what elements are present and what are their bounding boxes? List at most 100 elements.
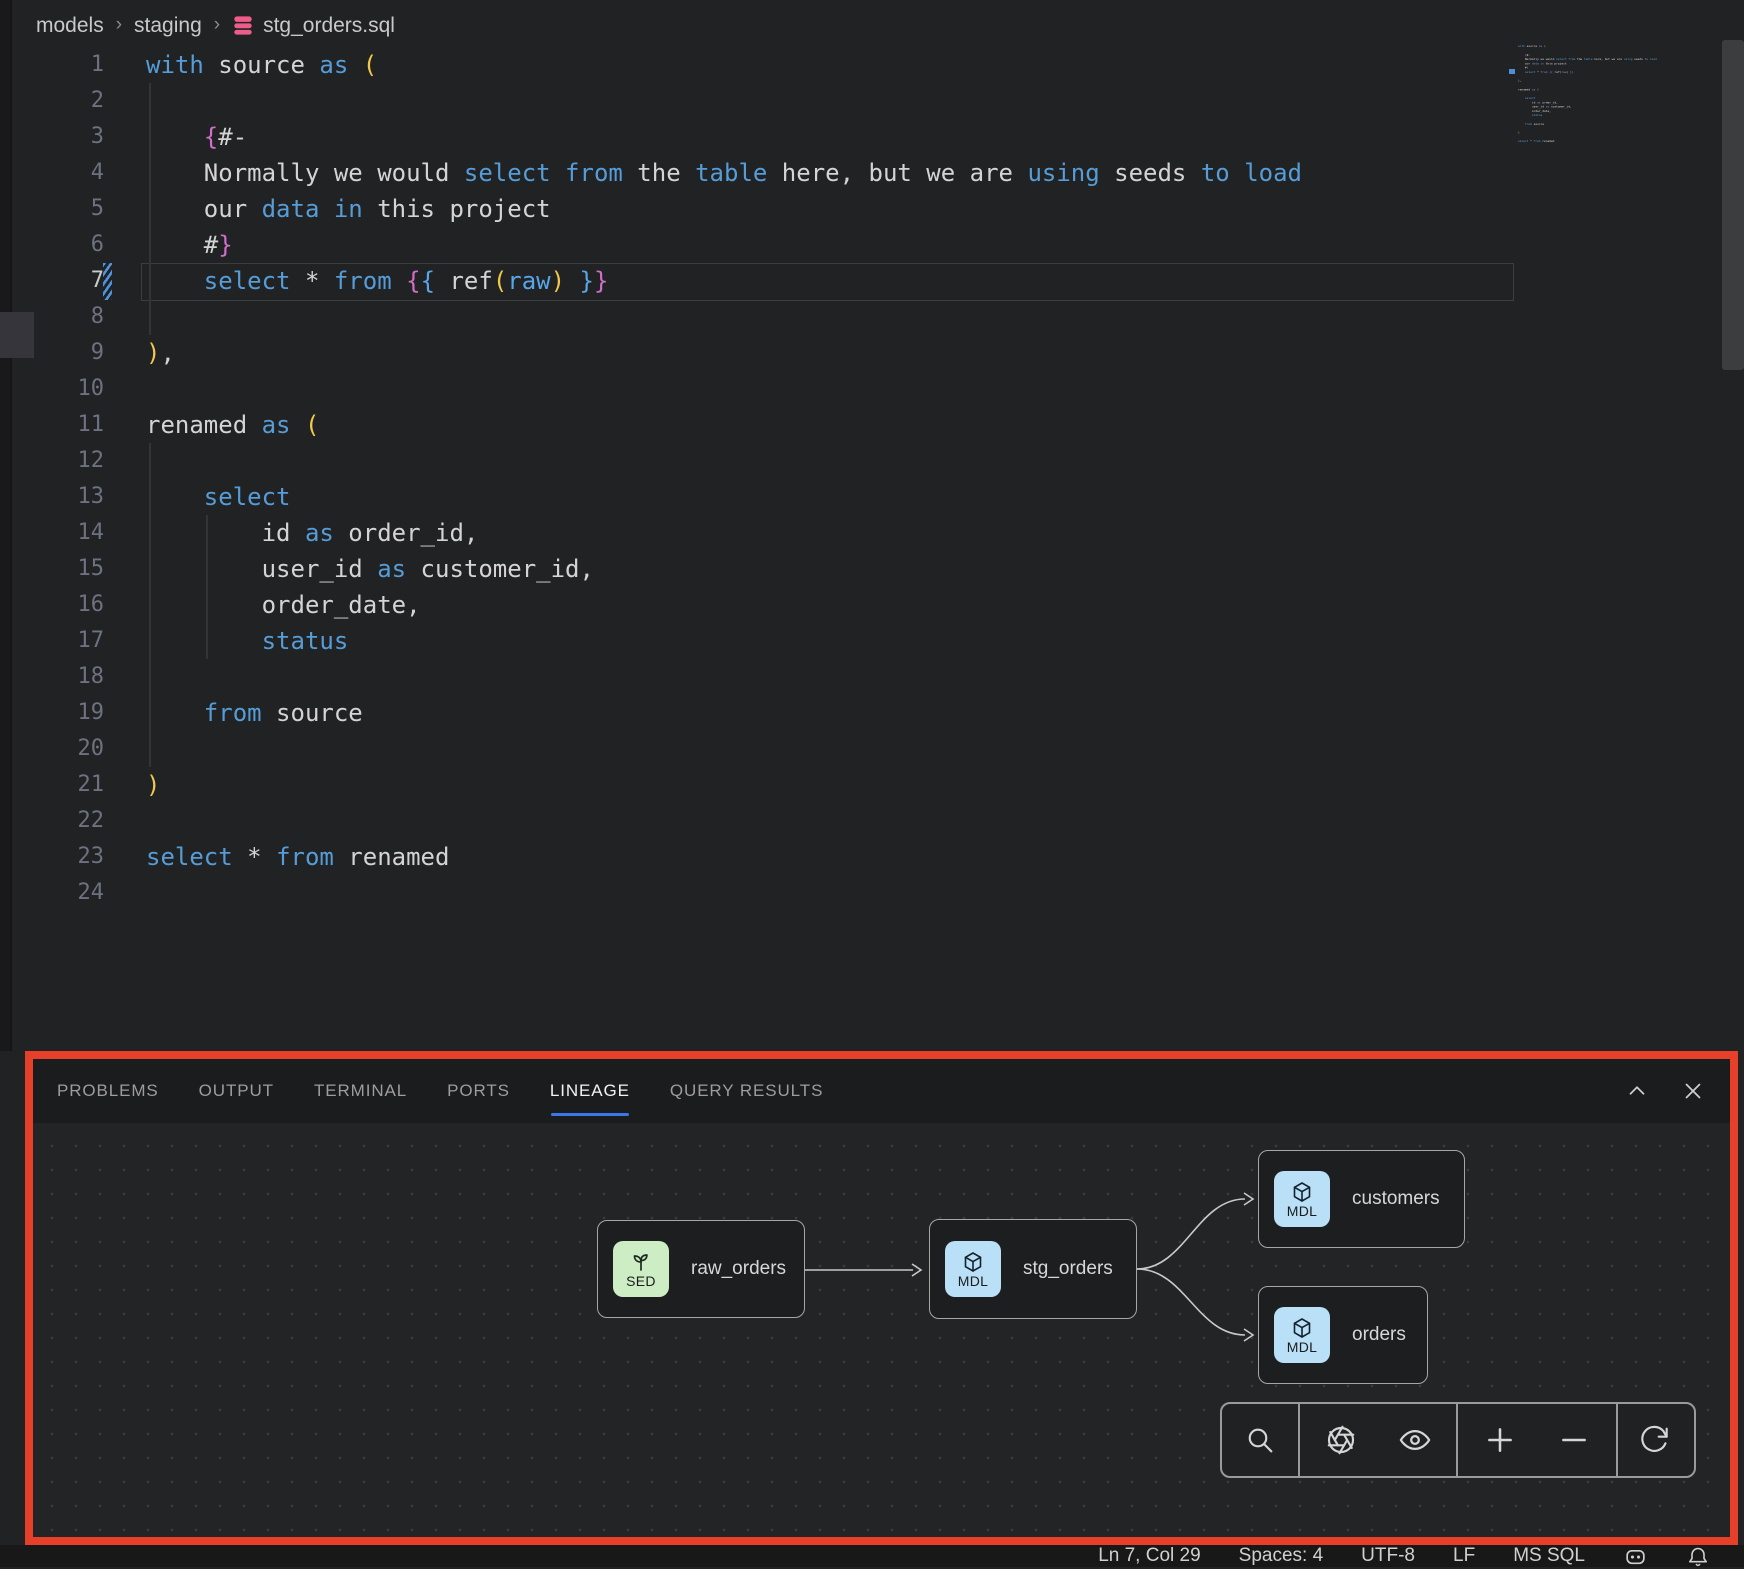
cube-icon [961,1250,985,1274]
line-number[interactable]: 12 [12,443,104,479]
lineage-toolbar [1220,1402,1696,1478]
line-number[interactable]: 17 [12,623,104,659]
lineage-node-customers[interactable]: MDLcustomers [1258,1150,1465,1248]
line-number[interactable]: 18 [12,659,104,695]
lineage-search-button[interactable] [1228,1404,1292,1476]
copilot-button[interactable] [1623,1544,1648,1569]
code-line[interactable]: 1with source as ( [12,47,1712,83]
line-number[interactable]: 8 [12,299,104,335]
activity-bar-edge [0,0,12,1051]
panel-tab-problems[interactable]: PROBLEMS [57,1077,159,1105]
scrollbar[interactable] [1722,40,1744,370]
code-line[interactable]: 18 [12,659,1712,695]
lineage-refresh-button[interactable] [1622,1404,1686,1476]
line-number[interactable]: 1 [12,47,104,83]
code-line[interactable]: 5 our data in this project [12,191,1712,227]
code-line[interactable]: 19 from source [12,695,1712,731]
panel-maximize-button[interactable] [1624,1078,1650,1104]
chevron-right-icon: › [116,14,122,36]
status-language-mode[interactable]: MS SQL [1513,1545,1585,1567]
node-badge-label: SED [626,1274,656,1289]
status-eol[interactable]: LF [1453,1545,1475,1567]
code-line[interactable]: 6 #} [12,227,1712,263]
code-line[interactable]: 8 [12,299,1712,335]
line-number[interactable]: 22 [12,803,104,839]
line-number[interactable]: 4 [12,155,104,191]
panel-tab-lineage[interactable]: LINEAGE [550,1077,630,1105]
lineage-zoom-out-button[interactable] [1542,1404,1606,1476]
node-badge-label: MDL [958,1274,988,1289]
line-number[interactable]: 7 [12,263,104,299]
line-number[interactable]: 6 [12,227,104,263]
line-number[interactable]: 13 [12,479,104,515]
panel-tab-ports[interactable]: PORTS [447,1077,510,1105]
arrowhead-icon [912,1264,921,1276]
line-number[interactable]: 16 [12,587,104,623]
panel-tab-terminal[interactable]: TERMINAL [314,1077,407,1105]
lineage-node-orders[interactable]: MDLorders [1258,1286,1428,1384]
panel-tab-query-results[interactable]: QUERY RESULTS [670,1077,823,1105]
code-text: ), [146,335,175,371]
line-number[interactable]: 10 [12,371,104,407]
code-line[interactable]: 4 Normally we would select from the tabl… [12,155,1712,191]
line-number[interactable]: 15 [12,551,104,587]
line-number[interactable]: 3 [12,119,104,155]
lineage-zoom-in-button[interactable] [1468,1404,1532,1476]
code-line[interactable]: 17 status [12,623,1712,659]
lineage-node-stg_orders[interactable]: MDL stg_orders [929,1219,1137,1319]
breadcrumb-item-file[interactable]: stg_orders.sql [232,14,395,38]
node-label: orders [1352,1324,1406,1346]
code-line[interactable]: 14 id as order_id, [12,515,1712,551]
line-number[interactable]: 14 [12,515,104,551]
line-number[interactable]: 20 [12,731,104,767]
arrowhead-icon [1244,1193,1253,1205]
lineage-graph-canvas[interactable]: SEDraw_ordersMDLstg_ordersMDLcustomersMD… [33,1123,1730,1537]
cube-icon [1290,1180,1314,1204]
code-line[interactable]: 2 [12,83,1712,119]
line-number[interactable]: 24 [12,875,104,911]
lineage-eye-button[interactable] [1383,1404,1447,1476]
code-line[interactable]: 24 [12,875,1712,911]
line-number[interactable]: 19 [12,695,104,731]
code-line[interactable]: 20 [12,731,1712,767]
line-number[interactable]: 9 [12,335,104,371]
panel-close-button[interactable] [1680,1078,1706,1104]
node-badge-label: MDL [1287,1204,1317,1219]
line-number[interactable]: 21 [12,767,104,803]
code-editor[interactable]: 1with source as (23 {#-4 Normally we wou… [12,47,1712,911]
line-number[interactable]: 23 [12,839,104,875]
lineage-aperture-button[interactable] [1309,1404,1373,1476]
code-line[interactable]: 7 select * from {{ ref(raw) }} [12,263,1712,299]
minimap[interactable]: with source as ( {#- Normally we would s… [1518,44,1720,162]
code-line[interactable]: 3 {#- [12,119,1712,155]
arrowhead-icon [1244,1329,1253,1341]
status-indentation[interactable]: Spaces: 4 [1239,1545,1324,1567]
code-line[interactable]: 11renamed as ( [12,407,1712,443]
panel-tab-bar: PROBLEMS OUTPUT TERMINAL PORTS LINEAGE QUERY … [33,1059,1730,1123]
code-line[interactable]: 16 order_date, [12,587,1712,623]
breadcrumb-item-staging[interactable]: staging [134,14,202,38]
status-cursor-position[interactable]: Ln 7, Col 29 [1098,1545,1200,1567]
code-line[interactable]: 12 [12,443,1712,479]
code-lines: 1with source as (23 {#-4 Normally we wou… [12,47,1712,911]
lineage-node-raw_orders[interactable]: SED raw_orders [597,1220,805,1318]
line-number[interactable]: 11 [12,407,104,443]
code-line[interactable]: 22 [12,803,1712,839]
code-line[interactable]: 15 user_id as customer_id, [12,551,1712,587]
bell-icon [1686,1544,1710,1568]
code-line[interactable]: 21) [12,767,1712,803]
breadcrumb-item-models[interactable]: models [36,14,104,38]
node-label: stg_orders [1023,1258,1113,1280]
code-line[interactable]: 13 select [12,479,1712,515]
node-label: raw_orders [691,1258,786,1280]
notifications-button[interactable] [1686,1544,1710,1568]
line-number[interactable]: 2 [12,83,104,119]
status-encoding[interactable]: UTF-8 [1361,1545,1415,1567]
panel-tab-output[interactable]: OUTPUT [199,1077,274,1105]
line-number[interactable]: 5 [12,191,104,227]
code-text: select [146,479,291,515]
code-line[interactable]: 10 [12,371,1712,407]
code-line[interactable]: 23select * from renamed [12,839,1712,875]
code-line[interactable]: 9), [12,335,1712,371]
code-text: order_date, [146,587,421,623]
